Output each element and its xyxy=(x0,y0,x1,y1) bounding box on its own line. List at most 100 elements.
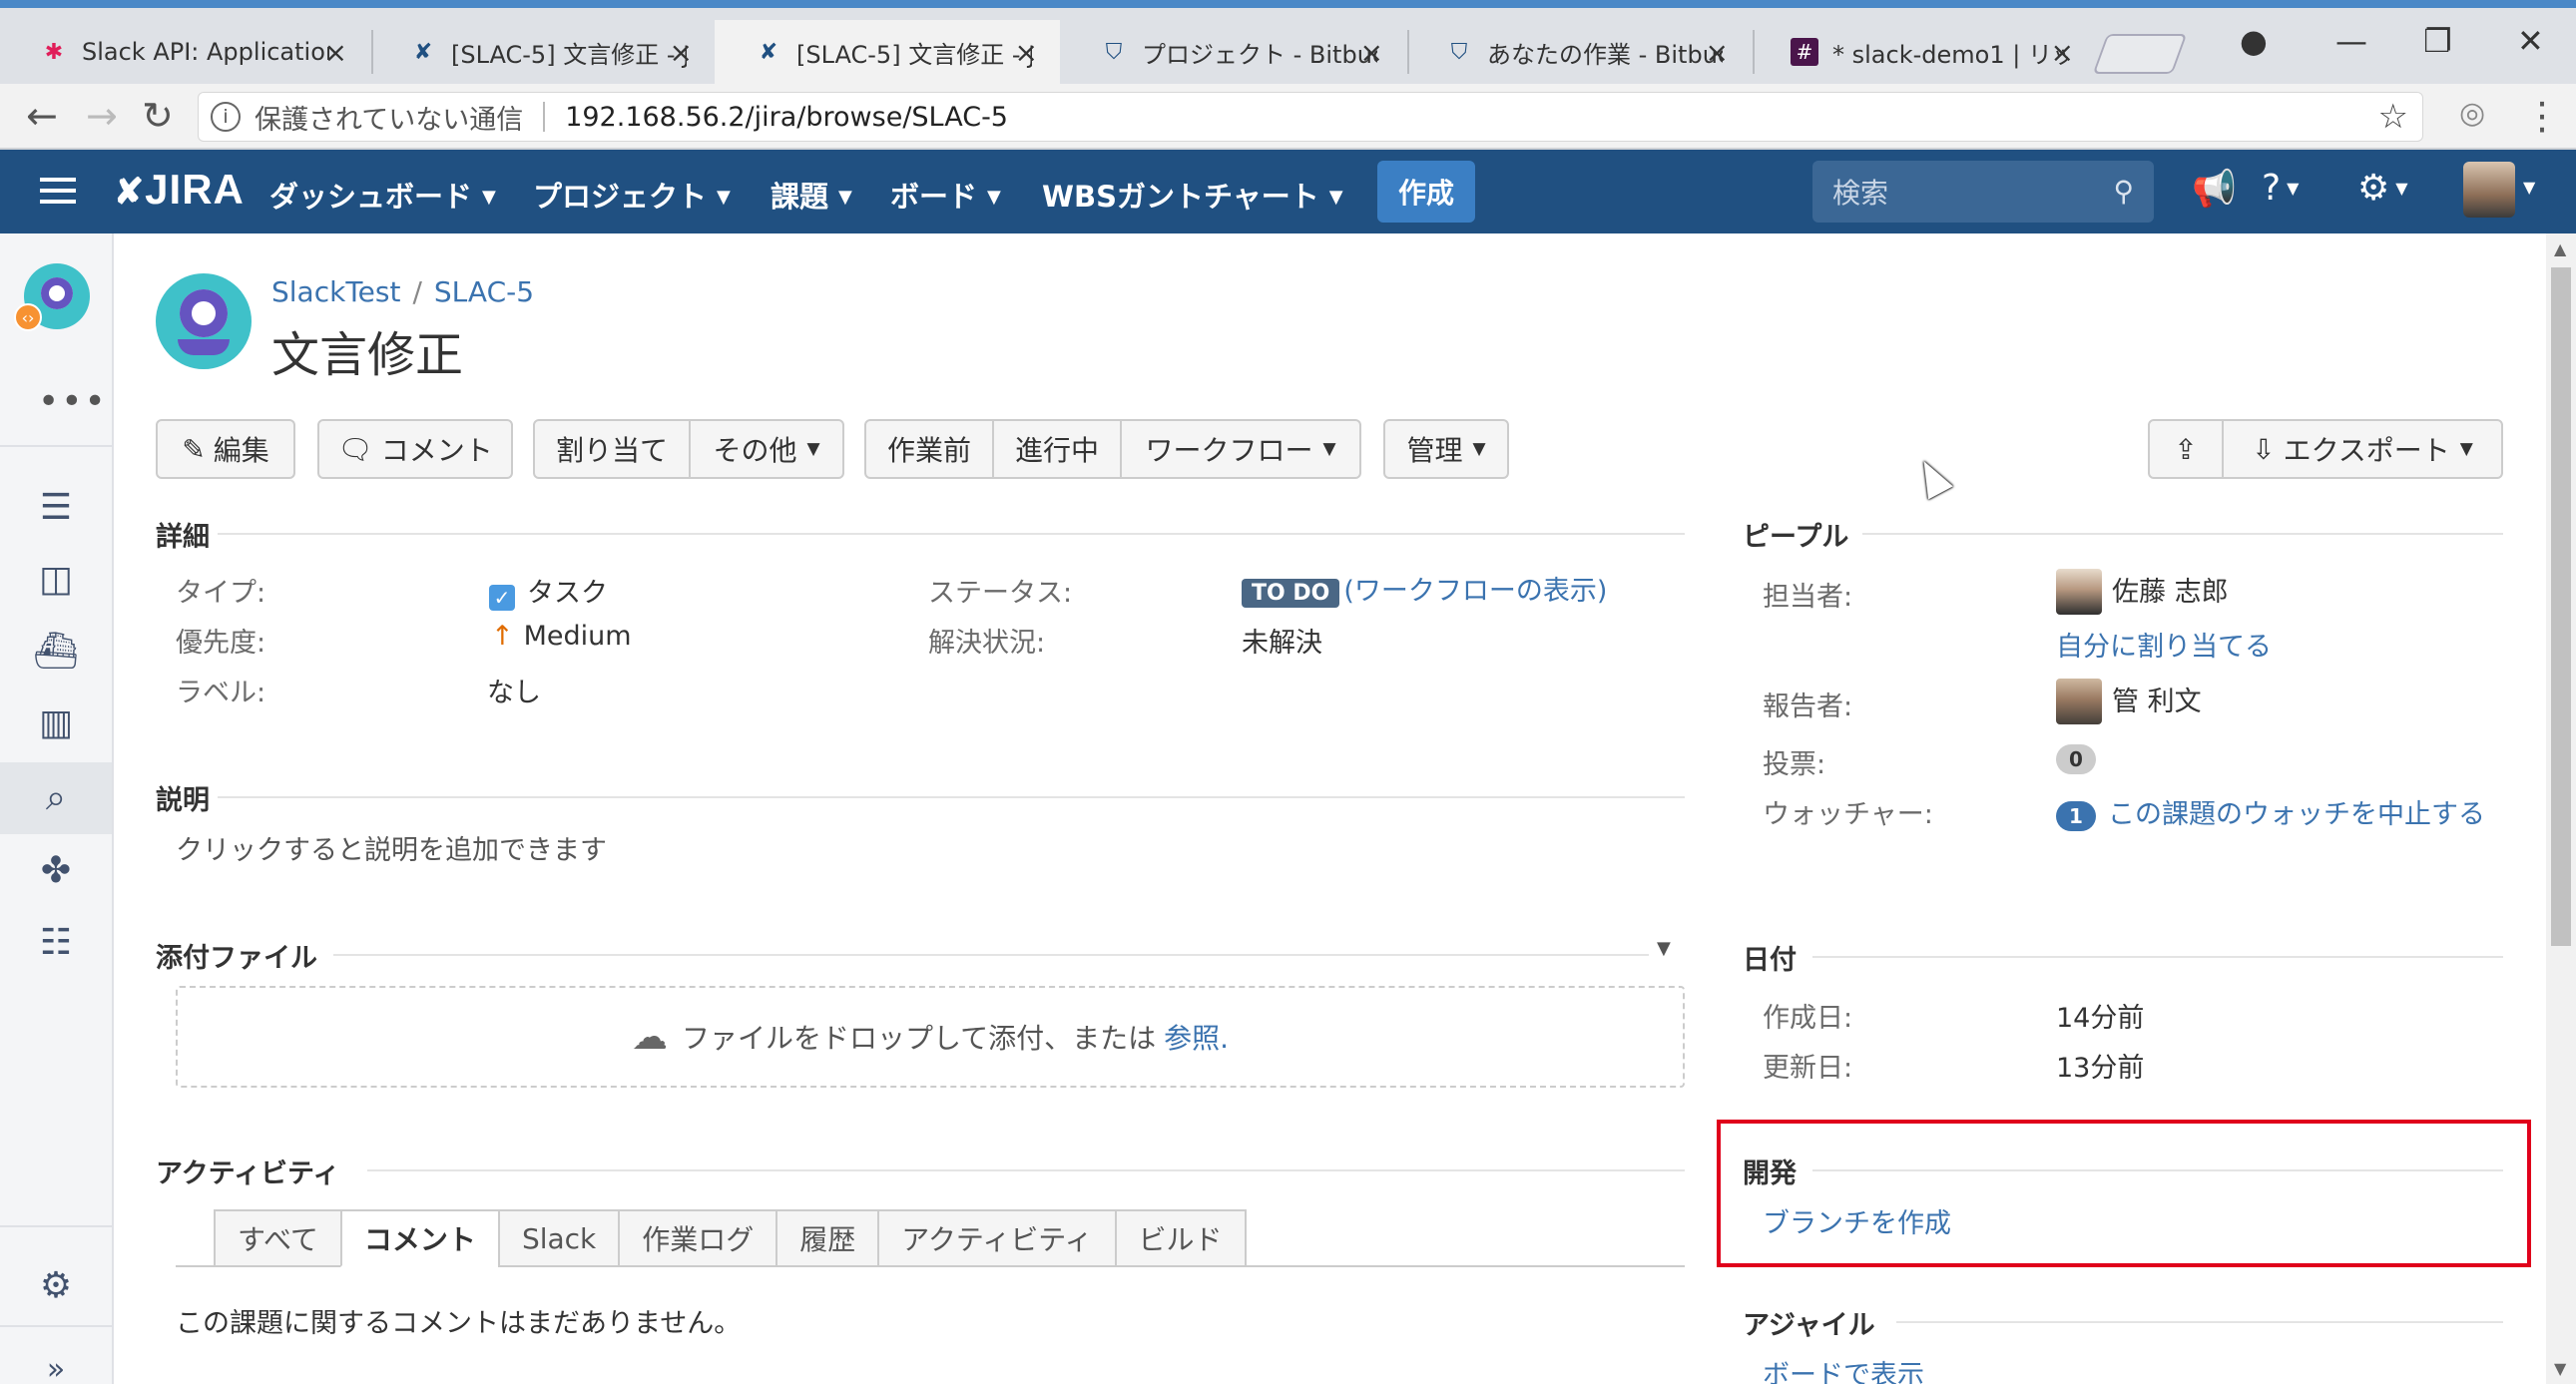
issues-search-icon[interactable]: ⌕ xyxy=(0,762,112,834)
close-icon[interactable]: × xyxy=(1360,36,1383,69)
expand-sidebar-icon[interactable]: » xyxy=(34,1349,78,1384)
caret-down-icon[interactable]: ▼ xyxy=(2523,178,2535,197)
url-text[interactable]: 192.168.56.2/jira/browse/SLAC-5 xyxy=(565,102,1008,133)
address-bar[interactable]: i 保護されていない通信 192.168.56.2/jira/browse/SL… xyxy=(198,92,2423,142)
minimize-icon[interactable]: — xyxy=(2335,22,2367,60)
back-icon[interactable]: ← xyxy=(26,94,58,138)
profile-icon[interactable]: ● xyxy=(2240,22,2268,60)
forward-icon[interactable]: → xyxy=(86,94,118,138)
breadcrumb-issue-key[interactable]: SLAC-5 xyxy=(434,275,534,308)
page-title[interactable]: 文言修正 xyxy=(271,315,463,385)
search-input[interactable]: 検索 ⚲ xyxy=(1812,161,2154,223)
browser-tab[interactable]: ✱ Slack API: Application × xyxy=(0,20,369,84)
info-icon[interactable]: i xyxy=(211,102,241,132)
attachments-options-icon[interactable]: ▼ xyxy=(1657,938,1671,959)
hamburger-icon[interactable] xyxy=(40,178,76,211)
browse-link[interactable]: 参照. xyxy=(1164,1017,1229,1057)
tab-slack[interactable]: Slack xyxy=(497,1209,619,1267)
menu-boards[interactable]: ボード ▼ xyxy=(890,174,1001,216)
tab-activity[interactable]: アクティビティ xyxy=(877,1209,1115,1267)
menu-projects[interactable]: プロジェクト ▼ xyxy=(533,174,731,216)
more-icon[interactable]: ••• xyxy=(38,381,108,422)
settings-gear-icon[interactable]: ⚙ xyxy=(34,1265,78,1306)
create-button[interactable]: 作成 xyxy=(1377,161,1475,223)
scrollbar-thumb[interactable] xyxy=(2551,267,2571,946)
stop-watching-link[interactable]: この課題のウォッチを中止する xyxy=(2108,799,2485,830)
divider xyxy=(218,796,1685,798)
breadcrumb-project[interactable]: SlackTest xyxy=(271,275,400,308)
new-tab-button[interactable] xyxy=(2092,34,2188,74)
browser-tab[interactable]: ✘ [SLAC-5] 文言修正 - J × xyxy=(369,20,715,84)
security-indicator: 保護されていない通信 xyxy=(255,104,524,136)
browser-tab[interactable]: ⛉ プロジェクト - Bitbucket × xyxy=(1060,20,1405,84)
reload-icon[interactable]: ↻ xyxy=(142,94,174,138)
assign-button[interactable]: 割り当て xyxy=(535,421,691,477)
close-icon[interactable]: × xyxy=(2051,36,2074,69)
tab-all[interactable]: すべて xyxy=(214,1209,340,1267)
close-icon[interactable]: × xyxy=(324,36,347,69)
tab-builds[interactable]: ビルド xyxy=(1114,1209,1247,1267)
user-avatar[interactable] xyxy=(2463,162,2515,218)
scroll-up-icon[interactable]: ▲ xyxy=(2554,239,2566,258)
window-close-icon[interactable]: ✕ xyxy=(2517,22,2544,60)
todo-transition-button[interactable]: 作業前 xyxy=(866,421,994,477)
search-icon[interactable]: ⚲ xyxy=(2113,175,2134,208)
assign-to-me-link[interactable]: 自分に割り当てる xyxy=(2056,625,2272,664)
gear-icon[interactable]: ⚙ ▼ xyxy=(2357,168,2408,209)
type-value[interactable]: ✓ タスク xyxy=(489,571,608,611)
in-progress-button[interactable]: 進行中 xyxy=(994,421,1122,477)
priority-value[interactable]: ↑ Medium xyxy=(491,621,632,652)
board-icon[interactable]: ◫ xyxy=(34,559,78,600)
admin-button[interactable]: 管理 ▼ xyxy=(1383,419,1509,479)
close-icon[interactable]: × xyxy=(1706,36,1729,69)
export-button[interactable]: ⇩ エクスポート ▼ xyxy=(2224,421,2501,477)
avatar xyxy=(2056,679,2102,724)
comment-button[interactable]: 🗨 コメント xyxy=(317,419,513,479)
assignee-value[interactable]: 佐藤 志郎 xyxy=(2056,569,2229,615)
edit-button[interactable]: ✎ 編集 xyxy=(156,419,295,479)
menu-issues[interactable]: 課題 ▼ xyxy=(771,174,852,216)
kebab-menu-icon[interactable]: ⋮ xyxy=(2523,94,2561,138)
close-icon[interactable]: × xyxy=(1015,36,1038,69)
labels-value[interactable]: なし xyxy=(487,671,541,709)
file-dropzone[interactable]: ☁ ファイルをドロップして添付、または 参照. xyxy=(176,986,1685,1088)
create-branch-link[interactable]: ブランチを作成 xyxy=(1763,1201,1951,1240)
browser-tab[interactable]: ⛉ あなたの作業 - Bitbucl × xyxy=(1405,20,1751,84)
view-workflow-link[interactable]: ワークフローの表示 xyxy=(1354,576,1597,607)
view-on-board-link[interactable]: ボードで表示 xyxy=(1763,1353,1924,1384)
close-icon[interactable]: × xyxy=(670,36,693,69)
reporter-value[interactable]: 管 利文 xyxy=(2056,679,2202,724)
scroll-down-icon[interactable]: ▼ xyxy=(2554,1359,2566,1378)
browser-tab-active[interactable]: ✘ [SLAC-5] 文言修正 - J × xyxy=(715,20,1060,84)
restore-icon[interactable]: ❐ xyxy=(2423,22,2452,60)
project-avatar-large[interactable] xyxy=(156,273,252,369)
reports-icon[interactable]: ▥ xyxy=(34,702,78,743)
help-icon[interactable]: ? ▼ xyxy=(2262,168,2299,209)
tab-history[interactable]: 履歴 xyxy=(775,1209,878,1267)
button-label: コメント xyxy=(380,434,493,467)
releases-icon[interactable]: ⛴ xyxy=(33,631,79,672)
tab-worklog[interactable]: 作業ログ xyxy=(618,1209,776,1267)
backlog-icon[interactable]: ☰ xyxy=(34,487,78,528)
menu-label: ボード xyxy=(890,180,978,214)
jira-logo[interactable]: ✘JIRA xyxy=(114,166,245,214)
add-ons-icon[interactable]: ✤ xyxy=(34,850,78,891)
megaphone-icon[interactable]: 📢 xyxy=(2192,168,2237,210)
share-button[interactable]: ⇪ xyxy=(2150,421,2224,477)
browser-tab[interactable]: # * slack-demo1 | リック × xyxy=(1751,20,2096,84)
tab-comments[interactable]: コメント xyxy=(339,1209,498,1267)
components-icon[interactable]: ☷ xyxy=(34,922,78,963)
menu-dashboard[interactable]: ダッシュボード ▼ xyxy=(269,174,496,216)
menu-wbs-gantt[interactable]: WBSガントチャート ▼ xyxy=(1042,174,1343,216)
more-button[interactable]: その他 ▼ xyxy=(691,421,842,477)
watchers-badge[interactable]: 1 xyxy=(2056,801,2096,831)
extension-icon[interactable]: ◎ xyxy=(2459,96,2485,131)
project-sidebar: ‹› ••• ☰ ◫ ⛴ ▥ ⌕ ✤ ☷ ⚙ » xyxy=(0,233,114,1384)
description-field[interactable]: クリックすると説明を追加できます xyxy=(176,828,607,867)
status-label: ステータス: xyxy=(928,578,1073,609)
resolution-value: 未解決 xyxy=(1242,628,1322,659)
workflow-button[interactable]: ワークフロー ▼ xyxy=(1122,421,1359,477)
page-scrollbar[interactable]: ▲ ▼ xyxy=(2546,233,2576,1384)
votes-value[interactable]: 0 xyxy=(2056,742,2096,774)
bookmark-star-icon[interactable]: ☆ xyxy=(2378,97,2408,137)
